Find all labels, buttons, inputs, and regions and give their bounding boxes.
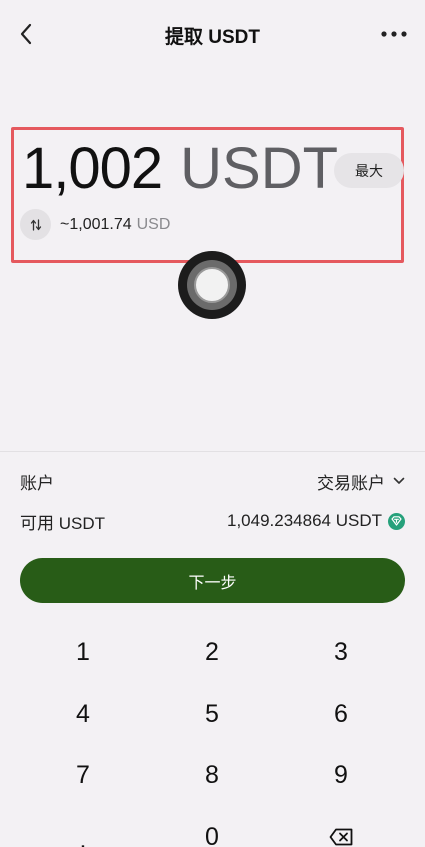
- page-title: 提取 USDT: [164, 27, 260, 48]
- account-label: 账户: [20, 473, 54, 493]
- swap-vertical-icon: [30, 218, 41, 231]
- keypad-key-0[interactable]: 0: [162, 812, 262, 847]
- next-step-button[interactable]: 下一步: [20, 558, 405, 603]
- touch-indicator-center: [194, 267, 230, 303]
- keypad-key-3[interactable]: 3: [291, 627, 391, 677]
- more-horizontal-icon: [381, 31, 407, 37]
- keypad-key-9[interactable]: 9: [291, 750, 391, 800]
- converted-unit: USD: [136, 215, 171, 233]
- keypad-key-7[interactable]: 7: [33, 750, 133, 800]
- keypad-key-2[interactable]: 2: [162, 627, 262, 677]
- swap-currency-button[interactable]: [20, 209, 51, 240]
- keypad-key-4[interactable]: 4: [33, 689, 133, 739]
- account-row[interactable]: 账户 交易账户: [20, 466, 405, 496]
- touch-indicator-ring: [187, 260, 237, 310]
- amount-display[interactable]: 1,002 USDT: [22, 135, 338, 205]
- keypad-key-5[interactable]: 5: [162, 689, 262, 739]
- chevron-down-icon: [393, 477, 405, 485]
- available-value: 1,049.234864 USDT: [227, 511, 382, 530]
- max-button[interactable]: 最大: [334, 153, 404, 188]
- touch-indicator: [178, 251, 246, 319]
- amount-value: 1,002: [22, 136, 163, 201]
- account-selector[interactable]: 交易账户: [317, 469, 405, 494]
- keypad-key-8[interactable]: 8: [162, 750, 262, 800]
- section-divider: [0, 451, 425, 452]
- usdt-token-icon: [388, 512, 405, 530]
- keypad-key-6[interactable]: 6: [291, 689, 391, 739]
- converted-amount: ~1,001.74: [60, 215, 132, 233]
- available-label: 可用 USDT: [20, 513, 105, 533]
- more-options-button[interactable]: [379, 22, 409, 46]
- backspace-icon: [329, 828, 353, 846]
- keypad-delete-button[interactable]: [291, 812, 391, 847]
- available-balance-row: 可用 USDT 1,049.234864 USDT: [20, 506, 405, 536]
- top-nav-bar: 提取 USDT: [0, 0, 425, 70]
- keypad-key-decimal[interactable]: .: [33, 812, 133, 847]
- account-value: 交易账户: [317, 473, 385, 493]
- amount-unit: USDT: [180, 136, 339, 201]
- conversion-row: ~1,001.74 USD: [20, 209, 170, 240]
- keypad-key-1[interactable]: 1: [33, 627, 133, 677]
- available-value-group: 1,049.234864 USDT: [227, 511, 405, 531]
